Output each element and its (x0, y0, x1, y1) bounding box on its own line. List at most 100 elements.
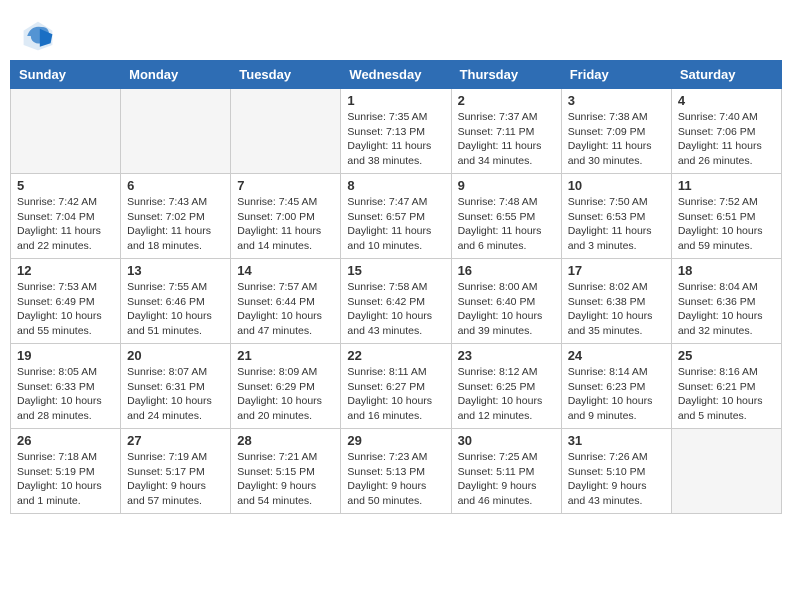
calendar-cell: 23 Sunrise: 8:12 AM Sunset: 6:25 PM Dayli… (451, 344, 561, 429)
day-info: Sunrise: 7:19 AM Sunset: 5:17 PM Dayligh… (127, 450, 224, 509)
day-info: Sunrise: 7:18 AM Sunset: 5:19 PM Dayligh… (17, 450, 114, 509)
day-number: 17 (568, 263, 665, 278)
day-number: 21 (237, 348, 334, 363)
calendar-cell: 30Sunrise: 7:25 AM Sunset: 5:11 PM Dayli… (451, 429, 561, 514)
day-info: Sunrise: 7:55 AM Sunset: 6:46 PM Dayligh… (127, 280, 224, 339)
day-number: 24 (568, 348, 665, 363)
calendar-cell: 6Sunrise: 7:43 AM Sunset: 7:02 PM Daylig… (121, 174, 231, 259)
day-header-wednesday: Wednesday (341, 61, 451, 89)
day-info: Sunrise: 8:14 AM Sunset: 6:23 PM Dayligh… (568, 365, 665, 424)
day-number: 5 (17, 178, 114, 193)
day-header-tuesday: Tuesday (231, 61, 341, 89)
calendar-cell (121, 89, 231, 174)
calendar-cell: 9 Sunrise: 7:48 AM Sunset: 6:55 PM Daylig… (451, 174, 561, 259)
calendar-cell: 17 Sunrise: 8:02 AM Sunset: 6:38 PM Dayli… (561, 259, 671, 344)
day-info: Sunrise: 7:35 AM Sunset: 7:13 PM Dayligh… (347, 110, 444, 169)
logo (20, 18, 62, 54)
day-number: 23 (458, 348, 555, 363)
day-info: Sunrise: 7:37 AM Sunset: 7:11 PM Dayligh… (458, 110, 555, 169)
day-number: 25 (678, 348, 775, 363)
day-info: Sunrise: 8:07 AM Sunset: 6:31 PM Dayligh… (127, 365, 224, 424)
calendar-cell: 8Sunrise: 7:47 AM Sunset: 6:57 PM Daylig… (341, 174, 451, 259)
day-header-friday: Friday (561, 61, 671, 89)
calendar-cell: 10 Sunrise: 7:50 AM Sunset: 6:53 PM Dayli… (561, 174, 671, 259)
calendar-cell: 16Sunrise: 8:00 AM Sunset: 6:40 PM Dayli… (451, 259, 561, 344)
day-info: Sunrise: 7:58 AM Sunset: 6:42 PM Dayligh… (347, 280, 444, 339)
calendar-cell: 13 Sunrise: 7:55 AM Sunset: 6:46 PM Dayli… (121, 259, 231, 344)
day-header-sunday: Sunday (11, 61, 121, 89)
page-header (10, 10, 782, 60)
day-number: 3 (568, 93, 665, 108)
calendar-cell: 29Sunrise: 7:23 AM Sunset: 5:13 PM Dayli… (341, 429, 451, 514)
day-number: 22 (347, 348, 444, 363)
calendar-cell: 24 Sunrise: 8:14 AM Sunset: 6:23 PM Dayli… (561, 344, 671, 429)
calendar-cell: 28 Sunrise: 7:21 AM Sunset: 5:15 PM Dayli… (231, 429, 341, 514)
day-info: Sunrise: 7:23 AM Sunset: 5:13 PM Dayligh… (347, 450, 444, 509)
day-number: 14 (237, 263, 334, 278)
calendar-header-row: SundayMondayTuesdayWednesdayThursdayFrid… (11, 61, 782, 89)
calendar-cell: 2 Sunrise: 7:37 AM Sunset: 7:11 PM Daylig… (451, 89, 561, 174)
calendar-cell: 27 Sunrise: 7:19 AM Sunset: 5:17 PM Dayli… (121, 429, 231, 514)
day-info: Sunrise: 7:53 AM Sunset: 6:49 PM Dayligh… (17, 280, 114, 339)
calendar-cell: 19 Sunrise: 8:05 AM Sunset: 6:33 PM Dayli… (11, 344, 121, 429)
day-number: 2 (458, 93, 555, 108)
week-row-1: 5Sunrise: 7:42 AM Sunset: 7:04 PM Daylig… (11, 174, 782, 259)
calendar-cell: 11 Sunrise: 7:52 AM Sunset: 6:51 PM Dayli… (671, 174, 781, 259)
calendar-cell: 31Sunrise: 7:26 AM Sunset: 5:10 PM Dayli… (561, 429, 671, 514)
day-info: Sunrise: 8:02 AM Sunset: 6:38 PM Dayligh… (568, 280, 665, 339)
day-info: Sunrise: 7:25 AM Sunset: 5:11 PM Dayligh… (458, 450, 555, 509)
week-row-4: 26 Sunrise: 7:18 AM Sunset: 5:19 PM Dayli… (11, 429, 782, 514)
day-info: Sunrise: 8:05 AM Sunset: 6:33 PM Dayligh… (17, 365, 114, 424)
day-info: Sunrise: 8:04 AM Sunset: 6:36 PM Dayligh… (678, 280, 775, 339)
calendar-cell: 15 Sunrise: 7:58 AM Sunset: 6:42 PM Dayli… (341, 259, 451, 344)
day-info: Sunrise: 7:47 AM Sunset: 6:57 PM Dayligh… (347, 195, 444, 254)
calendar-cell: 7 Sunrise: 7:45 AM Sunset: 7:00 PM Daylig… (231, 174, 341, 259)
calendar-cell: 14Sunrise: 7:57 AM Sunset: 6:44 PM Dayli… (231, 259, 341, 344)
day-number: 27 (127, 433, 224, 448)
day-number: 12 (17, 263, 114, 278)
logo-icon (20, 18, 56, 54)
day-header-monday: Monday (121, 61, 231, 89)
day-header-saturday: Saturday (671, 61, 781, 89)
calendar-cell: 5Sunrise: 7:42 AM Sunset: 7:04 PM Daylig… (11, 174, 121, 259)
day-number: 4 (678, 93, 775, 108)
day-info: Sunrise: 8:16 AM Sunset: 6:21 PM Dayligh… (678, 365, 775, 424)
calendar-cell: 21Sunrise: 8:09 AM Sunset: 6:29 PM Dayli… (231, 344, 341, 429)
calendar-cell: 26 Sunrise: 7:18 AM Sunset: 5:19 PM Dayli… (11, 429, 121, 514)
day-info: Sunrise: 7:45 AM Sunset: 7:00 PM Dayligh… (237, 195, 334, 254)
calendar-cell: 20 Sunrise: 8:07 AM Sunset: 6:31 PM Dayli… (121, 344, 231, 429)
day-number: 20 (127, 348, 224, 363)
day-number: 26 (17, 433, 114, 448)
day-info: Sunrise: 8:12 AM Sunset: 6:25 PM Dayligh… (458, 365, 555, 424)
day-number: 7 (237, 178, 334, 193)
day-number: 16 (458, 263, 555, 278)
calendar-cell: 12 Sunrise: 7:53 AM Sunset: 6:49 PM Dayli… (11, 259, 121, 344)
day-info: Sunrise: 7:21 AM Sunset: 5:15 PM Dayligh… (237, 450, 334, 509)
day-number: 19 (17, 348, 114, 363)
day-info: Sunrise: 7:50 AM Sunset: 6:53 PM Dayligh… (568, 195, 665, 254)
calendar-cell (11, 89, 121, 174)
day-number: 13 (127, 263, 224, 278)
day-info: Sunrise: 7:38 AM Sunset: 7:09 PM Dayligh… (568, 110, 665, 169)
week-row-2: 12 Sunrise: 7:53 AM Sunset: 6:49 PM Dayli… (11, 259, 782, 344)
week-row-3: 19 Sunrise: 8:05 AM Sunset: 6:33 PM Dayli… (11, 344, 782, 429)
day-info: Sunrise: 7:52 AM Sunset: 6:51 PM Dayligh… (678, 195, 775, 254)
day-number: 9 (458, 178, 555, 193)
calendar-cell: 22 Sunrise: 8:11 AM Sunset: 6:27 PM Dayli… (341, 344, 451, 429)
day-number: 31 (568, 433, 665, 448)
calendar-table: SundayMondayTuesdayWednesdayThursdayFrid… (10, 60, 782, 514)
day-number: 11 (678, 178, 775, 193)
calendar-cell (671, 429, 781, 514)
day-header-thursday: Thursday (451, 61, 561, 89)
day-info: Sunrise: 7:40 AM Sunset: 7:06 PM Dayligh… (678, 110, 775, 169)
day-info: Sunrise: 8:11 AM Sunset: 6:27 PM Dayligh… (347, 365, 444, 424)
calendar-cell: 4 Sunrise: 7:40 AM Sunset: 7:06 PM Daylig… (671, 89, 781, 174)
day-number: 15 (347, 263, 444, 278)
calendar-cell: 3 Sunrise: 7:38 AM Sunset: 7:09 PM Daylig… (561, 89, 671, 174)
calendar-cell: 25 Sunrise: 8:16 AM Sunset: 6:21 PM Dayli… (671, 344, 781, 429)
day-number: 1 (347, 93, 444, 108)
day-number: 28 (237, 433, 334, 448)
day-info: Sunrise: 7:48 AM Sunset: 6:55 PM Dayligh… (458, 195, 555, 254)
calendar-cell (231, 89, 341, 174)
day-number: 10 (568, 178, 665, 193)
